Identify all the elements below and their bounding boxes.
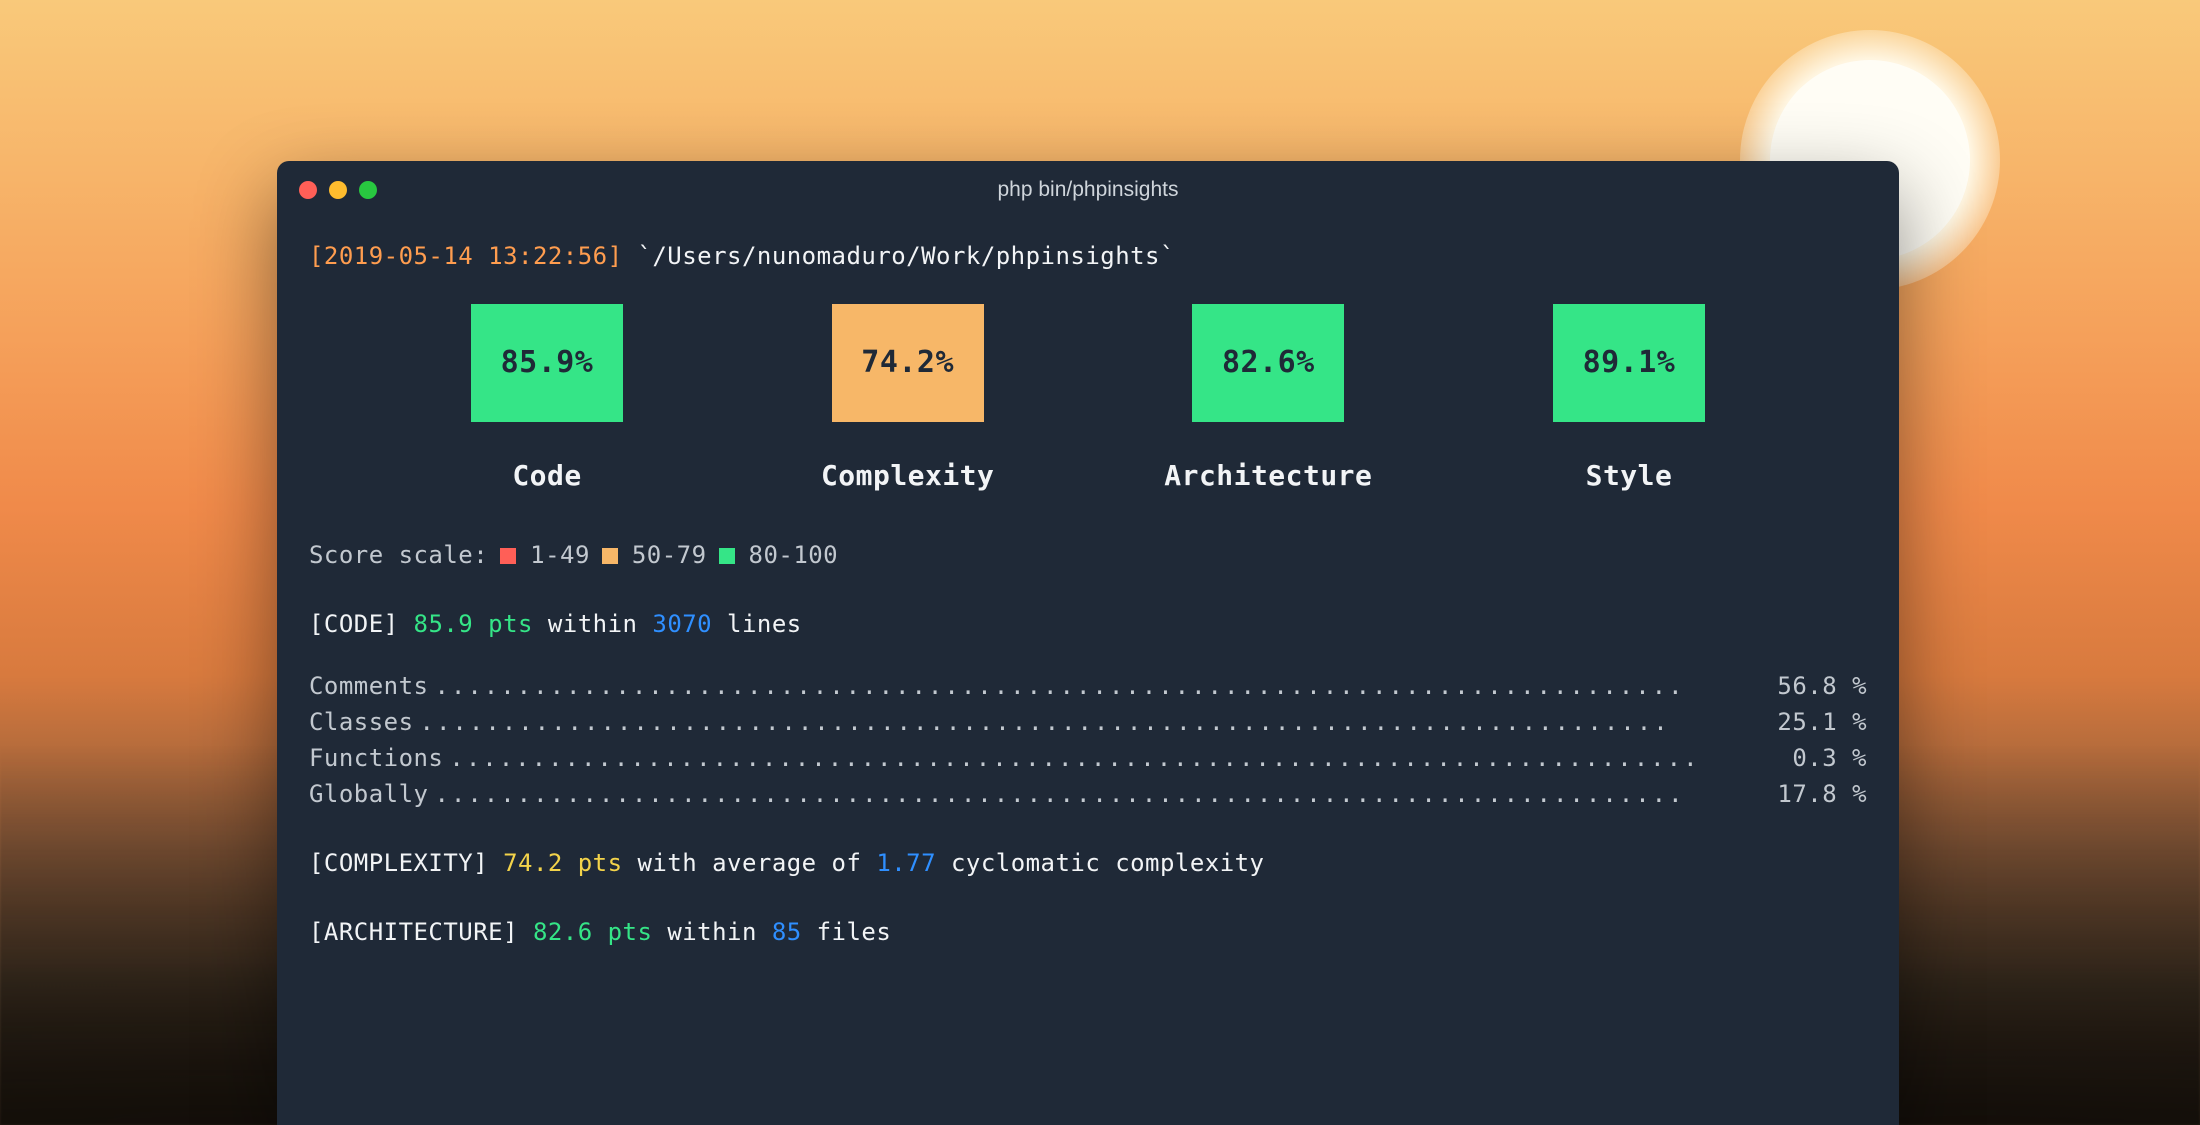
terminal-body[interactable]: [2019-05-14 13:22:56] `/Users/nunomaduro… [277,219,1899,950]
metric-architecture-value: 82.6% [1222,341,1315,385]
metric-architecture: 82.6% Architecture [1118,304,1418,497]
metric-code-box: 85.9% [471,304,623,422]
minimize-icon[interactable] [329,181,347,199]
section-complexity-tag: [COMPLEXITY] [309,849,488,877]
score-scale-legend: Score scale: 1-49 50-79 80-100 [309,538,1867,573]
breakdown-functions-label: Functions [309,740,443,776]
breakdown-comments-label: Comments [309,668,428,704]
code-breakdown: Comments ...............................… [309,668,1867,812]
window-title: php bin/phpinsights [277,178,1899,202]
metric-cards: 85.9% Code 74.2% Complexity 82.6% Archit… [309,274,1867,497]
swatch-green-icon [719,548,735,564]
window-controls [299,181,377,199]
metric-architecture-label: Architecture [1164,456,1372,497]
close-icon[interactable] [299,181,317,199]
section-code-num: 3070 [652,610,712,638]
section-architecture-tag: [ARCHITECTURE] [309,918,518,946]
dots-fill: ........................................… [414,704,1778,740]
dots-fill: ........................................… [428,776,1777,812]
section-architecture-num: 85 [772,918,802,946]
score-scale-range-red: 1-49 [530,538,590,573]
breakdown-globally-value: 17.8 % [1777,776,1867,812]
metric-style-box: 89.1% [1553,304,1705,422]
breakdown-comments-value: 56.8 % [1777,668,1867,704]
section-code-title: [CODE] 85.9 pts within 3070 lines [309,607,1867,642]
metric-style: 89.1% Style [1479,304,1779,497]
section-architecture-tail: files [802,918,892,946]
breakdown-functions: Functions ..............................… [309,740,1867,776]
titlebar: php bin/phpinsights [277,161,1899,219]
section-complexity-tail: cyclomatic complexity [936,849,1264,877]
breakdown-functions-value: 0.3 % [1792,740,1867,776]
swatch-orange-icon [602,548,618,564]
section-architecture-mid: within [652,918,771,946]
timestamp-line: [2019-05-14 13:22:56] `/Users/nunomaduro… [309,239,1867,274]
breakdown-classes: Classes ................................… [309,704,1867,740]
dots-fill: ........................................… [443,740,1792,776]
metric-code-value: 85.9% [501,341,594,385]
terminal-window: php bin/phpinsights [2019-05-14 13:22:56… [277,161,1899,1125]
dots-fill: ........................................… [428,668,1777,704]
metric-code: 85.9% Code [397,304,697,497]
score-scale-range-orange: 50-79 [632,538,707,573]
score-scale-range-green: 80-100 [749,538,839,573]
metric-style-value: 89.1% [1583,341,1676,385]
section-code-pts: 85.9 pts [414,610,533,638]
metric-complexity-box: 74.2% [832,304,984,422]
metric-complexity-value: 74.2% [861,341,954,385]
section-architecture-title: [ARCHITECTURE] 82.6 pts within 85 files [309,915,1867,950]
breakdown-classes-value: 25.1 % [1777,704,1867,740]
timestamp: [2019-05-14 13:22:56] [309,242,623,270]
zoom-icon[interactable] [359,181,377,199]
section-complexity-title: [COMPLEXITY] 74.2 pts with average of 1.… [309,846,1867,881]
metric-architecture-box: 82.6% [1192,304,1344,422]
metric-complexity: 74.2% Complexity [758,304,1058,497]
metric-complexity-label: Complexity [821,456,994,497]
section-complexity-mid: with average of [623,849,877,877]
breakdown-globally-label: Globally [309,776,428,812]
metric-code-label: Code [512,456,581,497]
swatch-red-icon [500,548,516,564]
section-architecture-pts: 82.6 pts [533,918,652,946]
section-code-tail: lines [712,610,802,638]
section-code-tag: [CODE] [309,610,399,638]
breakdown-comments: Comments ...............................… [309,668,1867,704]
section-complexity-pts: 74.2 pts [503,849,622,877]
breakdown-globally: Globally ...............................… [309,776,1867,812]
section-complexity-num: 1.77 [876,849,936,877]
score-scale-prefix: Score scale: [309,538,488,573]
breakdown-classes-label: Classes [309,704,414,740]
working-path: `/Users/nunomaduro/Work/phpinsights` [637,242,1174,270]
section-code-mid: within [533,610,652,638]
metric-style-label: Style [1586,456,1673,497]
